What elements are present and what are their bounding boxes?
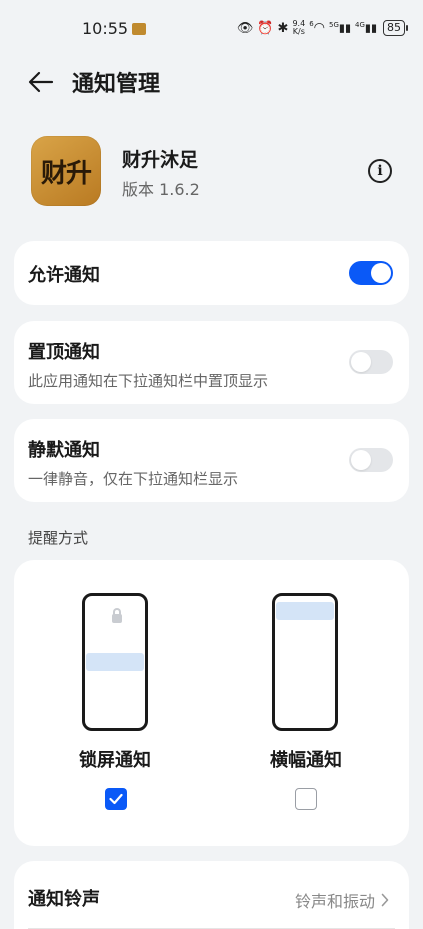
app-notification-icon	[132, 23, 147, 35]
back-arrow-icon	[28, 71, 54, 93]
silent-subtitle: 一律静音，仅在下拉通知栏显示	[28, 470, 239, 488]
signal-sim1-icon: 5G▮▮	[329, 21, 351, 35]
ringtone-row[interactable]: 通知铃声 铃声和振动	[14, 861, 409, 929]
wifi-icon: 6◠	[309, 20, 325, 36]
app-logo-text: 财升	[40, 158, 92, 189]
pin-top-row[interactable]: 置顶通知 此应用通知在下拉通知栏中置顶显示	[14, 321, 409, 404]
signal-sim2-icon: 4G▮▮	[355, 21, 377, 35]
app-version: 版本 1.6.2	[122, 180, 200, 199]
chevron-right-icon	[381, 893, 389, 907]
app-logo: 财升	[31, 136, 101, 206]
status-icons: 👁 ⏰ ✱ 9.4 K/s 6◠ 5G▮▮ 4G▮▮ 85	[236, 19, 408, 36]
silent-title: 静默通知	[28, 440, 100, 461]
ringtone-value: 铃声和振动	[294, 892, 375, 911]
back-button[interactable]	[20, 61, 62, 103]
lockscreen-checkbox[interactable]	[105, 788, 127, 810]
status-bar: 10:55 👁 ⏰ ✱ 9.4 K/s 6◠ 5G▮▮ 4G▮▮ 85	[0, 0, 423, 56]
allow-notifications-toggle[interactable]	[349, 261, 393, 285]
silent-toggle[interactable]	[349, 448, 393, 472]
pin-top-title: 置顶通知	[28, 342, 100, 363]
app-info: 财升 财升沐足 版本 1.6.2 i	[0, 132, 423, 212]
app-name: 财升沐足	[122, 149, 199, 171]
checkmark-icon	[109, 793, 123, 805]
bluetooth-icon: ✱	[277, 20, 289, 36]
allow-notifications-title: 允许通知	[28, 265, 100, 286]
ringtone-title: 通知铃声	[28, 889, 100, 910]
lockscreen-banner-preview	[86, 653, 144, 671]
pin-top-subtitle: 此应用通知在下拉通知栏中置顶显示	[28, 372, 269, 390]
reminder-modes-card: 锁屏通知 横幅通知	[14, 560, 409, 846]
banner-checkbox[interactable]	[295, 788, 317, 810]
net-speed: 9.4 K/s	[292, 19, 306, 36]
alarm-icon: ⏰	[257, 20, 274, 36]
title-bar: 通知管理	[0, 60, 423, 104]
allow-notifications-row[interactable]: 允许通知	[14, 241, 409, 305]
banner-preview[interactable]	[272, 593, 338, 731]
status-time: 10:55	[82, 18, 129, 38]
pin-top-toggle[interactable]	[349, 350, 393, 374]
lockscreen-preview[interactable]	[82, 593, 148, 731]
banner-mode-label: 横幅通知	[270, 750, 342, 771]
toggle-knob	[371, 263, 391, 283]
lock-icon	[112, 608, 122, 623]
toggle-knob	[351, 450, 371, 470]
reminder-section-label: 提醒方式	[28, 529, 89, 547]
silent-row[interactable]: 静默通知 一律静音，仅在下拉通知栏显示	[14, 419, 409, 502]
page-title: 通知管理	[72, 72, 161, 97]
info-icon: i	[377, 163, 383, 179]
ringtone-value-group: 铃声和振动	[295, 888, 389, 912]
top-banner-preview	[276, 602, 334, 620]
eye-icon: 👁	[236, 20, 254, 36]
info-button[interactable]: i	[368, 159, 392, 183]
lockscreen-mode-label: 锁屏通知	[79, 750, 151, 771]
toggle-knob	[351, 352, 371, 372]
battery-icon: 85	[383, 20, 408, 36]
